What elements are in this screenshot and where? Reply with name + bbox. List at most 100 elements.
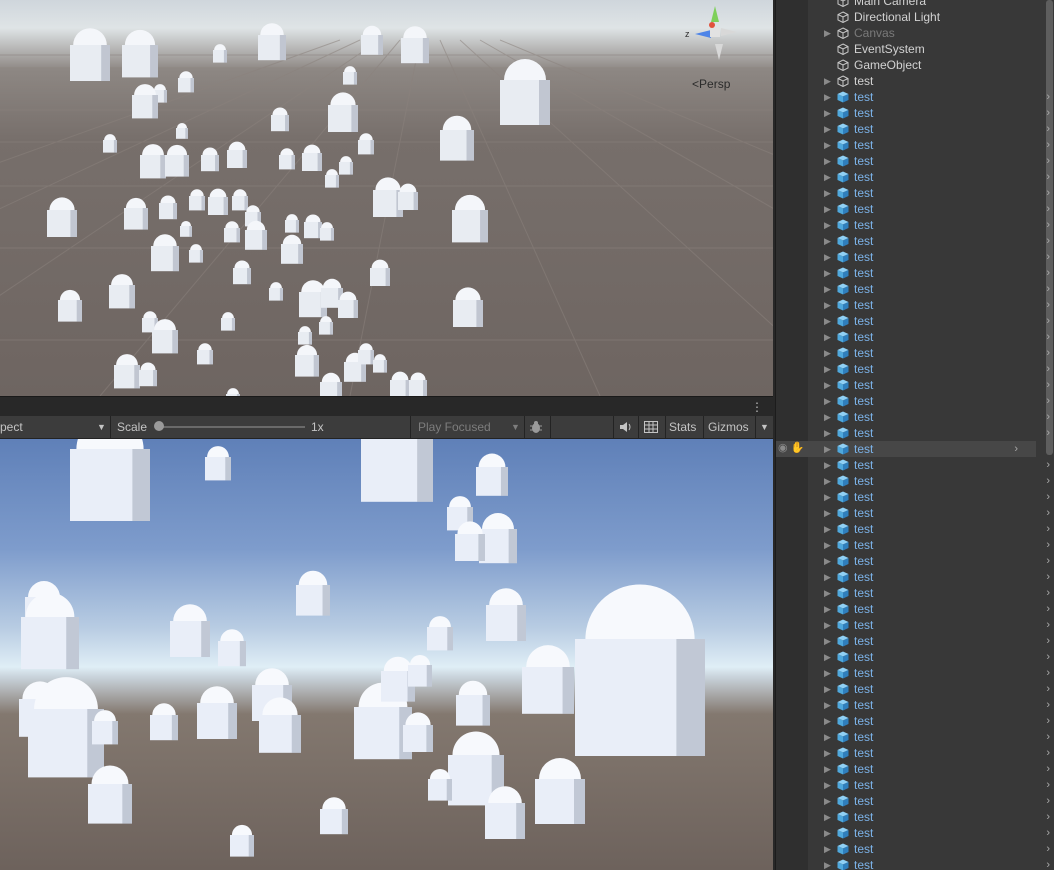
hierarchy-item-test[interactable]: ▶ test › <box>808 489 1050 505</box>
foldout-arrow-icon[interactable]: ▶ <box>824 233 831 249</box>
chevron-right-icon[interactable]: › <box>1046 153 1050 169</box>
scale-slider-track[interactable] <box>160 426 305 428</box>
gizmos-button[interactable]: Gizmos <box>708 416 749 438</box>
hierarchy-item-test[interactable]: ▶ test › <box>808 729 1050 745</box>
foldout-arrow-icon[interactable]: ▶ <box>824 297 831 313</box>
hierarchy-item-test[interactable]: ▶ test › <box>808 681 1050 697</box>
chevron-right-icon[interactable]: › <box>1046 361 1050 377</box>
foldout-arrow-icon[interactable]: ▶ <box>824 553 831 569</box>
hierarchy-item-test[interactable]: ▶ test › <box>808 233 1050 249</box>
foldout-arrow-icon[interactable]: ▶ <box>824 697 831 713</box>
bug-icon[interactable] <box>529 416 545 438</box>
hierarchy-item-test[interactable]: ▶ test › <box>808 697 1050 713</box>
persp-label[interactable]: <Persp <box>692 77 730 91</box>
hierarchy-item-test[interactable]: ▶ test › <box>808 825 1050 841</box>
hierarchy-item-test[interactable]: ▶ test › <box>808 121 1050 137</box>
hierarchy-item-test[interactable]: ▶ test › <box>808 377 1050 393</box>
chevron-right-icon[interactable]: › <box>1046 313 1050 329</box>
hierarchy-item-test[interactable]: ▶ test › <box>808 345 1050 361</box>
chevron-right-icon[interactable]: › <box>1046 729 1050 745</box>
hierarchy-item-test[interactable]: ▶ test › <box>808 169 1050 185</box>
hierarchy-item-test[interactable]: ▶ test › <box>808 393 1050 409</box>
foldout-arrow-icon[interactable]: ▶ <box>824 825 831 841</box>
foldout-arrow-icon[interactable]: ▶ <box>824 521 831 537</box>
chevron-right-icon[interactable]: › <box>1046 297 1050 313</box>
chevron-right-icon[interactable]: › <box>1046 825 1050 841</box>
hierarchy-item-test[interactable]: ▶ test › <box>808 505 1050 521</box>
foldout-arrow-icon[interactable]: ▶ <box>824 89 831 105</box>
foldout-arrow-icon[interactable]: ▶ <box>824 633 831 649</box>
play-mode-dropdown[interactable]: Play Focused <box>418 416 491 438</box>
hierarchy-item-test[interactable]: ▶ test › <box>808 409 1050 425</box>
foldout-arrow-icon[interactable]: ▶ <box>824 713 831 729</box>
chevron-right-icon[interactable]: › <box>1046 601 1050 617</box>
foldout-arrow-icon[interactable]: ▶ <box>824 489 831 505</box>
foldout-arrow-icon[interactable]: ▶ <box>824 857 831 870</box>
foldout-arrow-icon[interactable]: ▶ <box>824 441 831 457</box>
foldout-arrow-icon[interactable]: ▶ <box>824 729 831 745</box>
hierarchy-item[interactable]: GameObject <box>808 57 1036 73</box>
chevron-right-icon[interactable]: › <box>1046 633 1050 649</box>
chevron-right-icon[interactable]: › <box>1046 121 1050 137</box>
chevron-right-icon[interactable]: › <box>1046 537 1050 553</box>
scale-slider-handle[interactable] <box>154 421 164 431</box>
chevron-right-icon[interactable]: › <box>1046 425 1050 441</box>
chevron-right-icon[interactable]: › <box>1046 169 1050 185</box>
foldout-arrow-icon[interactable]: ▶ <box>824 185 831 201</box>
hierarchy-item-test[interactable]: ▶ test › <box>808 249 1050 265</box>
hierarchy-item-test[interactable]: ▶ test › <box>808 153 1050 169</box>
audio-icon[interactable] <box>618 416 634 438</box>
hierarchy-item-test[interactable]: ▶ test › <box>808 633 1050 649</box>
hierarchy-item-test[interactable]: ▶ test › <box>808 745 1050 761</box>
foldout-arrow-icon[interactable]: ▶ <box>824 393 831 409</box>
foldout-arrow-icon[interactable]: ▶ <box>824 25 831 41</box>
hierarchy-item-test[interactable]: ▶ test › <box>808 569 1050 585</box>
hierarchy-item-test[interactable]: ▶ test › <box>808 265 1050 281</box>
foldout-arrow-icon[interactable]: ▶ <box>824 745 831 761</box>
foldout-arrow-icon[interactable]: ▶ <box>824 681 831 697</box>
hierarchy-item-test[interactable]: ▶ test › <box>808 665 1050 681</box>
foldout-arrow-icon[interactable]: ▶ <box>824 361 831 377</box>
game-view[interactable] <box>0 439 773 870</box>
hierarchy-item-test[interactable]: ▶ test › <box>808 553 1050 569</box>
chevron-right-icon[interactable]: › <box>1046 713 1050 729</box>
hierarchy-item-test[interactable]: ▶ test › <box>808 777 1050 793</box>
hierarchy-item-test[interactable]: ▶ test › <box>808 809 1050 825</box>
foldout-arrow-icon[interactable]: ▶ <box>824 201 831 217</box>
hierarchy-item-test[interactable]: ▶ test › <box>808 297 1050 313</box>
chevron-right-icon[interactable]: › <box>1046 185 1050 201</box>
hierarchy-item[interactable]: ▶ test <box>808 73 1036 89</box>
chevron-right-icon[interactable]: › <box>1046 329 1050 345</box>
hierarchy-item-test[interactable]: ▶ test › <box>808 473 1050 489</box>
hierarchy-item-test[interactable]: ▶ test › <box>808 761 1050 777</box>
chevron-right-icon[interactable]: › <box>1046 617 1050 633</box>
foldout-arrow-icon[interactable]: ▶ <box>824 377 831 393</box>
hierarchy-item-test[interactable]: ▶ test › <box>808 857 1050 870</box>
foldout-arrow-icon[interactable]: ▶ <box>824 121 831 137</box>
hierarchy-item[interactable]: ▶ Canvas <box>808 25 1036 41</box>
hierarchy-item-test[interactable]: ▶ test › <box>808 185 1050 201</box>
display-dropdown[interactable]: pect <box>0 416 23 438</box>
chevron-right-icon[interactable]: › <box>1046 809 1050 825</box>
chevron-right-icon[interactable]: › <box>1046 137 1050 153</box>
hierarchy-item-test[interactable]: ▶ test › <box>808 217 1050 233</box>
foldout-arrow-icon[interactable]: ▶ <box>824 73 831 89</box>
chevron-right-icon[interactable]: › <box>1014 441 1018 457</box>
foldout-arrow-icon[interactable]: ▶ <box>824 313 831 329</box>
foldout-arrow-icon[interactable]: ▶ <box>824 425 831 441</box>
foldout-arrow-icon[interactable]: ▶ <box>824 649 831 665</box>
visibility-icon[interactable]: ◉ ✋ <box>778 441 808 457</box>
hierarchy-item[interactable]: Directional Light <box>808 9 1036 25</box>
hierarchy-item-test[interactable]: ▶ test › <box>808 201 1050 217</box>
foldout-arrow-icon[interactable]: ▶ <box>824 569 831 585</box>
hierarchy-item-test[interactable]: ▶ test › <box>776 441 1036 457</box>
foldout-arrow-icon[interactable]: ▶ <box>824 137 831 153</box>
chevron-right-icon[interactable]: › <box>1046 473 1050 489</box>
hierarchy-item-test[interactable]: ▶ test › <box>808 601 1050 617</box>
grid-icon[interactable] <box>644 416 660 438</box>
foldout-arrow-icon[interactable]: ▶ <box>824 345 831 361</box>
foldout-arrow-icon[interactable]: ▶ <box>824 793 831 809</box>
chevron-right-icon[interactable]: › <box>1046 377 1050 393</box>
foldout-arrow-icon[interactable]: ▶ <box>824 265 831 281</box>
foldout-arrow-icon[interactable]: ▶ <box>824 169 831 185</box>
